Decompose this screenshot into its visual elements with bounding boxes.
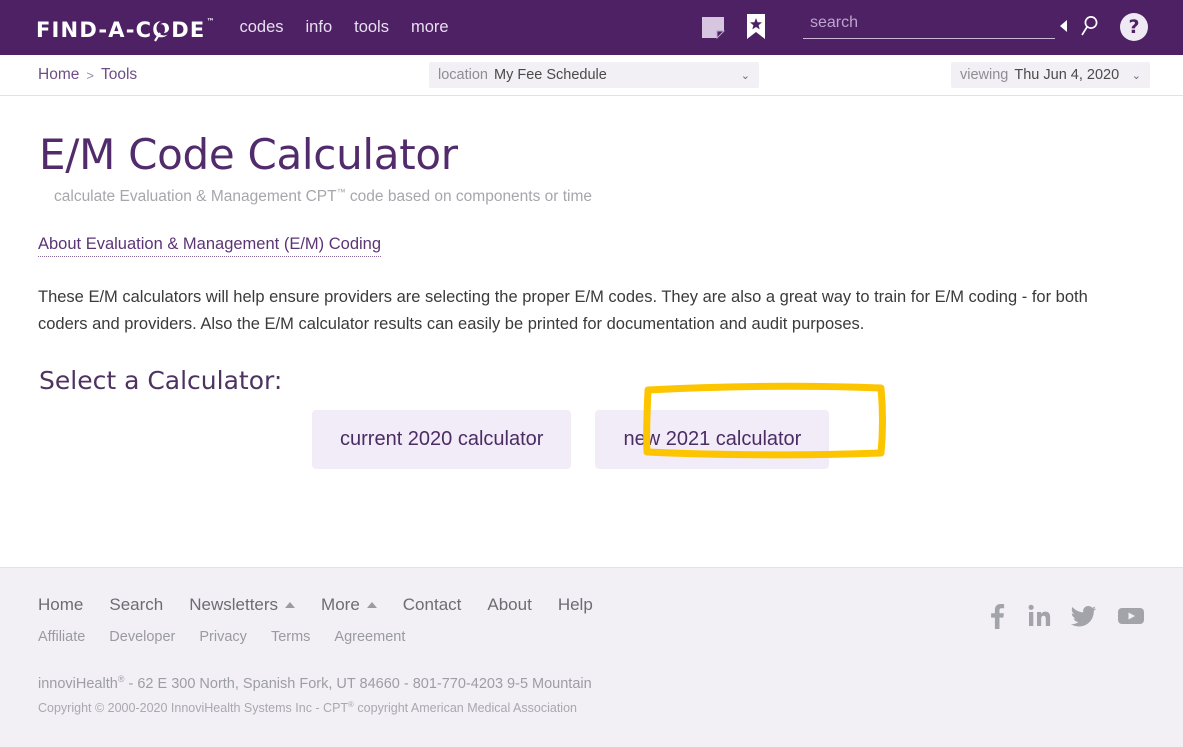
footer-link-privacy[interactable]: Privacy [199,629,247,645]
nav-item-codes[interactable]: codes [239,18,283,37]
legal-address-text: - 62 E 300 North, Spanish Fork, UT 84660… [124,675,592,692]
chevron-down-icon: ⌄ [740,69,750,82]
linkedin-icon[interactable] [1027,603,1051,634]
footer-link-about-label: About [487,595,532,614]
logo-trademark: ™ [206,17,215,26]
current-2020-calculator-button[interactable]: current 2020 calculator [312,409,572,469]
footer-link-agreement[interactable]: Agreement [334,629,405,645]
viewing-label: viewing [960,67,1009,83]
legal-block: innoviHealth® - 62 E 300 North, Spanish … [38,674,592,715]
viewing-date-select[interactable]: viewing Thu Jun 4, 2020 ⌄ [951,62,1150,88]
calculator-button-row: current 2020 calculator new 2021 calcula… [38,382,1145,469]
bookmark-star-icon[interactable] [744,13,768,41]
main-content: E/M Code Calculator calculate Evaluation… [0,130,1183,567]
note-icon[interactable] [700,14,726,40]
twitter-icon[interactable] [1070,603,1097,634]
viewing-value: Thu Jun 4, 2020 [1014,67,1120,83]
intro-paragraph: These E/M calculators will help ensure p… [38,288,1088,333]
location-label: location [438,67,488,83]
footer-link-about[interactable]: About [487,595,531,615]
breadcrumb-item-tools[interactable]: Tools [101,66,137,84]
select-calculator-heading: Select a Calculator: [39,365,283,395]
chevron-down-icon: ⌄ [1131,69,1141,82]
nav-item-info[interactable]: info [306,18,333,37]
legal-address: innoviHealth® - 62 E 300 North, Spanish … [38,674,592,692]
search-input[interactable] [803,12,1055,39]
nav-item-more[interactable]: more [411,18,449,37]
help-button[interactable]: ? [1120,13,1148,41]
footer-link-contact[interactable]: Contact [403,595,462,615]
footer-link-search-label: Search [109,595,164,614]
footer-secondary-nav: Affiliate Developer Privacy Terms Agreem… [38,629,1145,645]
location-select[interactable]: location My Fee Schedule ⌄ [429,62,759,88]
footer-link-developer[interactable]: Developer [109,629,175,645]
breadcrumb: Home > Tools [38,66,137,84]
breadcrumb-separator: > [86,67,94,83]
social-links [985,603,1145,634]
page-subtitle: calculate Evaluation & Management CPT™ c… [54,187,1145,206]
calculator-area: current 2020 calculator new 2021 calcula… [38,382,1145,469]
magnifier-icon[interactable] [1079,14,1101,38]
facebook-icon[interactable] [985,603,1007,634]
footer-link-more-label: More [321,595,360,614]
footer-link-terms[interactable]: Terms [271,629,310,645]
footer-link-help[interactable]: Help [558,595,593,615]
youtube-icon[interactable] [1117,605,1145,632]
footer-link-affiliate[interactable]: Affiliate [38,629,85,645]
collapse-left-triangle-icon[interactable] [1060,20,1067,32]
legal-company-name: innoviHealth [38,675,118,692]
footer-link-newsletters-label: Newsletters [189,595,279,614]
page-title: E/M Code Calculator [39,130,458,179]
chevron-up-icon [285,602,296,608]
breadcrumb-item-home[interactable]: Home [38,66,79,84]
about-em-coding-link[interactable]: About Evaluation & Management (E/M) Codi… [38,235,382,258]
nav-item-tools[interactable]: tools [354,18,389,37]
site-header: FIND-A-CODE ™ codes info tools more sear… [0,0,1183,55]
subtitle-text-post: code based on components or time [345,188,593,206]
subtitle-text-pre: calculate Evaluation & Management CPT [54,188,337,206]
footer-link-home[interactable]: Home [38,595,83,615]
breadcrumb-bar: Home > Tools location My Fee Schedule ⌄ … [0,55,1183,96]
chevron-up-icon [366,602,377,608]
search-container [803,12,1055,39]
footer-link-help-label: Help [557,595,593,614]
site-logo[interactable]: FIND-A-CODE ™ [36,17,215,42]
footer-link-home-label: Home [38,595,84,614]
logo-text: FIND-A-CODE [36,18,206,42]
footer-link-search[interactable]: Search [109,595,163,615]
footer-link-contact-label: Contact [402,595,462,614]
primary-nav: codes info tools more [239,18,448,37]
footer-link-more[interactable]: More [321,595,377,615]
footer-primary-nav: Home Search Newsletters More Contact Abo… [38,568,1145,615]
site-footer: Home Search Newsletters More Contact Abo… [0,567,1183,747]
search-tools [1060,14,1101,38]
location-value: My Fee Schedule [493,67,607,83]
subtitle-trademark: ™ [336,187,346,197]
new-2021-calculator-button[interactable]: new 2021 calculator [595,409,830,469]
footer-link-newsletters[interactable]: Newsletters [189,595,296,615]
header-icon-group [700,13,768,41]
